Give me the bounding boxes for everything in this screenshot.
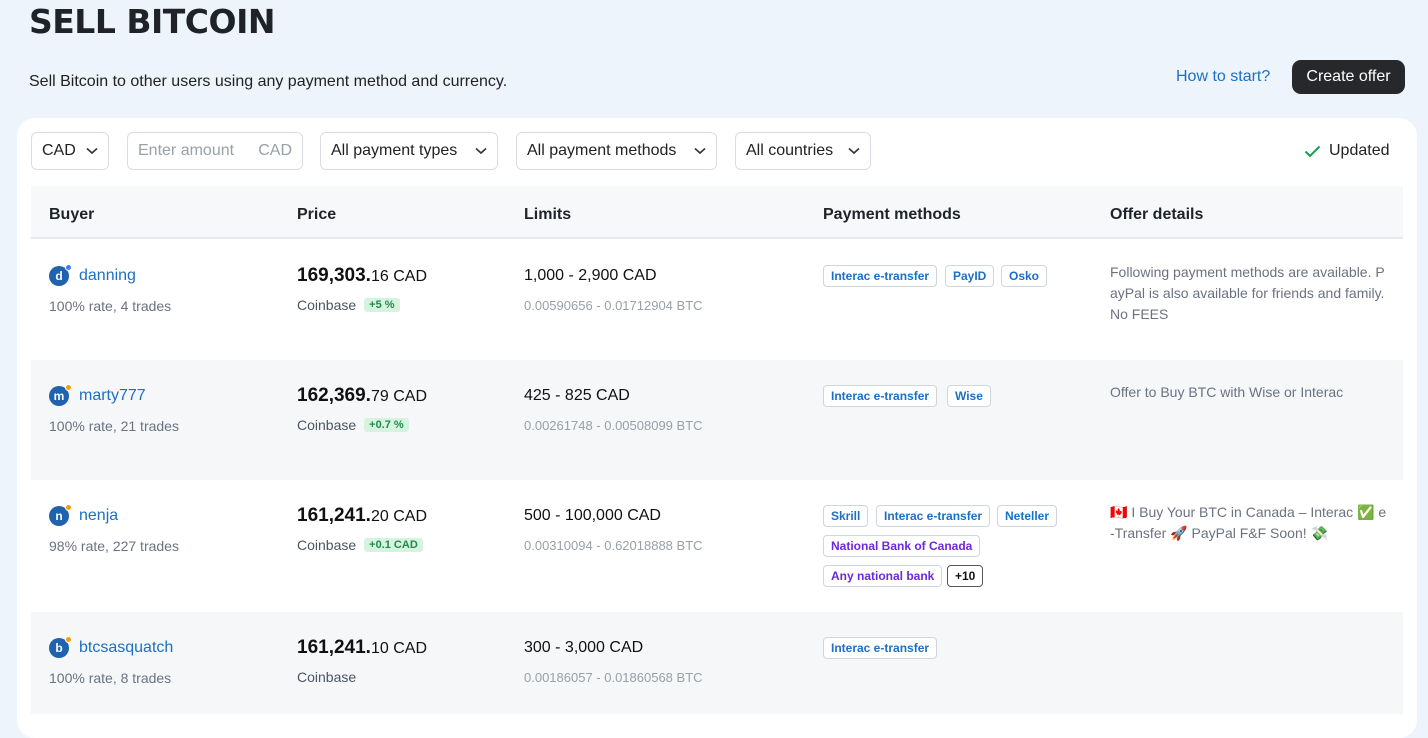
price: 161,241.10 CAD xyxy=(297,637,427,659)
more-methods-tag[interactable]: +10 xyxy=(947,565,984,587)
payment-method-tag[interactable]: PayID xyxy=(945,265,995,287)
price-decimals: 10 xyxy=(370,640,389,657)
column-offer-details: Offer details xyxy=(1110,206,1204,223)
margin-badge: +0.1 CAD xyxy=(364,538,423,552)
column-limits: Limits xyxy=(524,206,572,223)
create-offer-button[interactable]: Create offer xyxy=(1292,60,1405,94)
price-decimals: 20 xyxy=(370,508,389,525)
payment-method-tag[interactable]: Any national bank xyxy=(823,565,943,587)
offer-details: 🇨🇦 I Buy Your BTC in Canada – Interac ✅ … xyxy=(1110,504,1387,541)
avatar: n xyxy=(49,504,72,526)
table-row[interactable]: n nenja 98% rate, 227 trades 161,241.20 … xyxy=(31,480,1403,612)
payment-method-tag[interactable]: Interac e-transfer xyxy=(823,637,938,659)
user-stats: 100% rate, 8 trades xyxy=(49,670,172,686)
limits: 500 - 100,000 CAD xyxy=(524,507,661,524)
amount-field[interactable]: CAD xyxy=(127,132,303,170)
btc-range: 0.00310094 - 0.62018888 BTC xyxy=(524,538,703,553)
limits: 1,000 - 2,900 CAD xyxy=(524,267,657,284)
payment-method-tag[interactable]: Osko xyxy=(1001,265,1048,287)
column-buyer: Buyer xyxy=(49,206,95,223)
price-source: Coinbase +5 % xyxy=(297,297,400,313)
user-stats: 100% rate, 21 trades xyxy=(49,418,179,434)
price-source: Coinbase xyxy=(297,669,356,685)
online-indicator xyxy=(65,636,72,643)
amount-currency-label: CAD xyxy=(258,142,292,159)
price-main: 162,369. xyxy=(297,385,371,406)
currency-select-value: CAD xyxy=(42,142,76,159)
price-main: 161,241. xyxy=(297,505,371,526)
username-link[interactable]: btcsasquatch xyxy=(79,639,173,657)
table-header: Buyer Price Limits Payment methods Offer… xyxy=(31,186,1403,239)
margin-badge: +5 % xyxy=(364,298,400,312)
price-currency: CAD xyxy=(393,508,427,525)
payment-method-tag[interactable]: National Bank of Canada xyxy=(823,535,981,557)
limits: 300 - 3,000 CAD xyxy=(524,639,644,656)
price-source: Coinbase +0.1 CAD xyxy=(297,537,423,553)
amount-input[interactable] xyxy=(138,142,244,160)
price: 162,369.79 CAD xyxy=(297,385,427,407)
price-source-label: Coinbase xyxy=(297,297,357,313)
payment-method-tag[interactable]: Neteller xyxy=(997,505,1058,527)
price-source: Coinbase +0.7 % xyxy=(297,417,409,433)
countries-select[interactable]: All countries xyxy=(735,132,871,170)
avatar: d xyxy=(49,264,72,286)
check-icon xyxy=(1304,145,1321,158)
online-indicator xyxy=(65,384,72,391)
price-source-label: Coinbase xyxy=(297,537,357,553)
online-indicator xyxy=(65,264,72,271)
payment-types-select[interactable]: All payment types xyxy=(320,132,498,170)
payment-method-tag[interactable]: Wise xyxy=(947,385,991,407)
user-stats: 100% rate, 4 trades xyxy=(49,298,172,314)
countries-value: All countries xyxy=(746,142,834,159)
chevron-down-icon xyxy=(475,145,487,157)
price: 169,303.16 CAD xyxy=(297,265,427,287)
payment-methods-select[interactable]: All payment methods xyxy=(516,132,717,170)
chevron-down-icon xyxy=(86,145,98,157)
online-indicator xyxy=(65,504,72,511)
price-currency: CAD xyxy=(393,388,427,405)
avatar: b xyxy=(49,636,72,658)
how-to-start-link[interactable]: How to start? xyxy=(1176,68,1270,86)
price-decimals: 79 xyxy=(370,388,389,405)
column-payment-methods: Payment methods xyxy=(823,206,961,223)
btc-range: 0.00590656 - 0.01712904 BTC xyxy=(524,298,703,313)
price-currency: CAD xyxy=(393,640,427,657)
page-subtitle: Sell Bitcoin to other users using any pa… xyxy=(29,73,508,90)
avatar: m xyxy=(49,384,72,406)
currency-select[interactable]: CAD xyxy=(31,132,109,170)
price-source-label: Coinbase xyxy=(297,669,357,685)
column-price: Price xyxy=(297,206,337,223)
payment-methods-value: All payment methods xyxy=(527,142,677,159)
price-decimals: 16 xyxy=(370,268,389,285)
username-link[interactable]: nenja xyxy=(79,507,118,525)
updated-label: Updated xyxy=(1329,142,1390,159)
payment-method-tag[interactable]: Interac e-transfer xyxy=(876,505,991,527)
offer-details: Offer to Buy BTC with Wise or Interac xyxy=(1110,384,1344,400)
offer-details: Following payment methods are available.… xyxy=(1110,264,1385,322)
payment-types-value: All payment types xyxy=(331,142,458,159)
table-row[interactable]: b btcsasquatch 100% rate, 8 trades 161,2… xyxy=(31,612,1403,714)
chevron-down-icon xyxy=(848,145,860,157)
chevron-down-icon xyxy=(694,145,706,157)
table-row[interactable]: m marty777 100% rate, 21 trades 162,369.… xyxy=(31,360,1403,480)
user-stats: 98% rate, 227 trades xyxy=(49,538,179,554)
limits: 425 - 825 CAD xyxy=(524,387,630,404)
price-source-label: Coinbase xyxy=(297,417,357,433)
price-main: 169,303. xyxy=(297,265,371,286)
payment-method-tag[interactable]: Interac e-transfer xyxy=(823,265,938,287)
username-link[interactable]: marty777 xyxy=(79,387,146,405)
price-main: 161,241. xyxy=(297,637,371,658)
offers-card: CAD CAD All payment types All payment me… xyxy=(17,118,1417,738)
btc-range: 0.00261748 - 0.00508099 BTC xyxy=(524,418,703,433)
username-link[interactable]: danning xyxy=(79,267,136,285)
margin-badge: +0.7 % xyxy=(364,418,409,432)
page-title: SELL BITCOIN xyxy=(29,2,275,41)
updated-status: Updated xyxy=(1304,142,1390,160)
price: 161,241.20 CAD xyxy=(297,505,427,527)
price-currency: CAD xyxy=(393,268,427,285)
payment-method-tag[interactable]: Skrill xyxy=(823,505,869,527)
table-row[interactable]: d danning 100% rate, 4 trades 169,303.16… xyxy=(31,240,1403,360)
btc-range: 0.00186057 - 0.01860568 BTC xyxy=(524,670,703,685)
payment-method-tag[interactable]: Interac e-transfer xyxy=(823,385,938,407)
